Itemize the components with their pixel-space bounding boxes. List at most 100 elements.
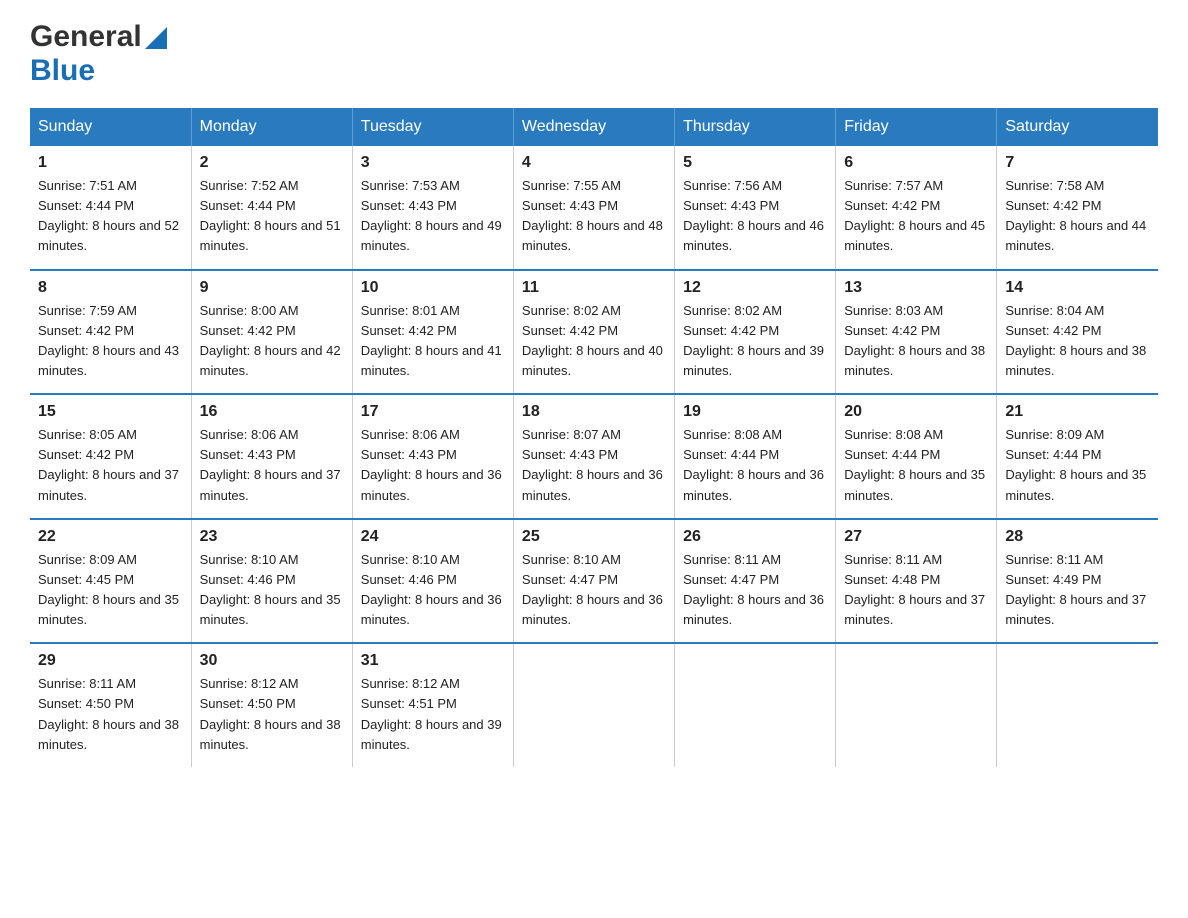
day-number: 26 xyxy=(683,528,827,546)
day-number: 18 xyxy=(522,403,666,421)
calendar-cell: 31 Sunrise: 8:12 AM Sunset: 4:51 PM Dayl… xyxy=(352,643,513,767)
day-number: 8 xyxy=(38,279,183,297)
day-info: Sunrise: 7:51 AM Sunset: 4:44 PM Dayligh… xyxy=(38,176,183,257)
calendar-cell: 19 Sunrise: 8:08 AM Sunset: 4:44 PM Dayl… xyxy=(675,394,836,519)
calendar-cell: 13 Sunrise: 8:03 AM Sunset: 4:42 PM Dayl… xyxy=(836,270,997,395)
calendar-cell: 27 Sunrise: 8:11 AM Sunset: 4:48 PM Dayl… xyxy=(836,519,997,644)
day-info: Sunrise: 8:12 AM Sunset: 4:50 PM Dayligh… xyxy=(200,674,344,755)
calendar-cell: 7 Sunrise: 7:58 AM Sunset: 4:42 PM Dayli… xyxy=(997,146,1158,270)
day-info: Sunrise: 8:11 AM Sunset: 4:49 PM Dayligh… xyxy=(1005,550,1150,631)
week-row-1: 1 Sunrise: 7:51 AM Sunset: 4:44 PM Dayli… xyxy=(30,146,1158,270)
day-number: 6 xyxy=(844,154,988,172)
day-number: 16 xyxy=(200,403,344,421)
week-row-5: 29 Sunrise: 8:11 AM Sunset: 4:50 PM Dayl… xyxy=(30,643,1158,767)
day-header-friday: Friday xyxy=(836,108,997,146)
day-number: 15 xyxy=(38,403,183,421)
day-number: 28 xyxy=(1005,528,1150,546)
calendar-cell: 3 Sunrise: 7:53 AM Sunset: 4:43 PM Dayli… xyxy=(352,146,513,270)
calendar-cell: 20 Sunrise: 8:08 AM Sunset: 4:44 PM Dayl… xyxy=(836,394,997,519)
day-info: Sunrise: 7:57 AM Sunset: 4:42 PM Dayligh… xyxy=(844,176,988,257)
logo-triangle-icon xyxy=(145,27,167,49)
day-info: Sunrise: 8:00 AM Sunset: 4:42 PM Dayligh… xyxy=(200,301,344,382)
day-number: 7 xyxy=(1005,154,1150,172)
day-number: 22 xyxy=(38,528,183,546)
logo-blue: Blue xyxy=(30,54,95,87)
day-number: 20 xyxy=(844,403,988,421)
week-row-3: 15 Sunrise: 8:05 AM Sunset: 4:42 PM Dayl… xyxy=(30,394,1158,519)
calendar-cell: 21 Sunrise: 8:09 AM Sunset: 4:44 PM Dayl… xyxy=(997,394,1158,519)
calendar-cell: 17 Sunrise: 8:06 AM Sunset: 4:43 PM Dayl… xyxy=(352,394,513,519)
calendar-cell: 2 Sunrise: 7:52 AM Sunset: 4:44 PM Dayli… xyxy=(191,146,352,270)
calendar-cell: 1 Sunrise: 7:51 AM Sunset: 4:44 PM Dayli… xyxy=(30,146,191,270)
day-number: 9 xyxy=(200,279,344,297)
day-number: 11 xyxy=(522,279,666,297)
day-info: Sunrise: 7:55 AM Sunset: 4:43 PM Dayligh… xyxy=(522,176,666,257)
calendar-cell: 18 Sunrise: 8:07 AM Sunset: 4:43 PM Dayl… xyxy=(513,394,674,519)
day-info: Sunrise: 7:58 AM Sunset: 4:42 PM Dayligh… xyxy=(1005,176,1150,257)
calendar-cell: 24 Sunrise: 8:10 AM Sunset: 4:46 PM Dayl… xyxy=(352,519,513,644)
page-header: General Blue xyxy=(30,20,1158,88)
calendar-cell: 25 Sunrise: 8:10 AM Sunset: 4:47 PM Dayl… xyxy=(513,519,674,644)
calendar-cell xyxy=(675,643,836,767)
calendar-cell: 10 Sunrise: 8:01 AM Sunset: 4:42 PM Dayl… xyxy=(352,270,513,395)
day-info: Sunrise: 8:02 AM Sunset: 4:42 PM Dayligh… xyxy=(522,301,666,382)
calendar-cell: 9 Sunrise: 8:00 AM Sunset: 4:42 PM Dayli… xyxy=(191,270,352,395)
calendar-cell xyxy=(997,643,1158,767)
day-header-monday: Monday xyxy=(191,108,352,146)
day-header-tuesday: Tuesday xyxy=(352,108,513,146)
calendar-cell: 12 Sunrise: 8:02 AM Sunset: 4:42 PM Dayl… xyxy=(675,270,836,395)
day-info: Sunrise: 8:09 AM Sunset: 4:45 PM Dayligh… xyxy=(38,550,183,631)
day-info: Sunrise: 8:09 AM Sunset: 4:44 PM Dayligh… xyxy=(1005,425,1150,506)
calendar-cell: 26 Sunrise: 8:11 AM Sunset: 4:47 PM Dayl… xyxy=(675,519,836,644)
day-number: 24 xyxy=(361,528,505,546)
calendar-cell: 23 Sunrise: 8:10 AM Sunset: 4:46 PM Dayl… xyxy=(191,519,352,644)
day-info: Sunrise: 7:53 AM Sunset: 4:43 PM Dayligh… xyxy=(361,176,505,257)
day-header-row: SundayMondayTuesdayWednesdayThursdayFrid… xyxy=(30,108,1158,146)
day-number: 29 xyxy=(38,652,183,670)
day-number: 1 xyxy=(38,154,183,172)
day-info: Sunrise: 8:10 AM Sunset: 4:46 PM Dayligh… xyxy=(200,550,344,631)
day-info: Sunrise: 8:01 AM Sunset: 4:42 PM Dayligh… xyxy=(361,301,505,382)
day-header-saturday: Saturday xyxy=(997,108,1158,146)
calendar-cell: 15 Sunrise: 8:05 AM Sunset: 4:42 PM Dayl… xyxy=(30,394,191,519)
day-header-thursday: Thursday xyxy=(675,108,836,146)
day-info: Sunrise: 8:11 AM Sunset: 4:47 PM Dayligh… xyxy=(683,550,827,631)
day-number: 31 xyxy=(361,652,505,670)
day-number: 30 xyxy=(200,652,344,670)
calendar-cell: 11 Sunrise: 8:02 AM Sunset: 4:42 PM Dayl… xyxy=(513,270,674,395)
calendar-cell xyxy=(836,643,997,767)
day-info: Sunrise: 8:08 AM Sunset: 4:44 PM Dayligh… xyxy=(683,425,827,506)
day-info: Sunrise: 8:11 AM Sunset: 4:48 PM Dayligh… xyxy=(844,550,988,631)
day-info: Sunrise: 8:06 AM Sunset: 4:43 PM Dayligh… xyxy=(200,425,344,506)
day-number: 3 xyxy=(361,154,505,172)
day-info: Sunrise: 8:12 AM Sunset: 4:51 PM Dayligh… xyxy=(361,674,505,755)
calendar-cell: 4 Sunrise: 7:55 AM Sunset: 4:43 PM Dayli… xyxy=(513,146,674,270)
day-number: 5 xyxy=(683,154,827,172)
calendar-header: SundayMondayTuesdayWednesdayThursdayFrid… xyxy=(30,108,1158,146)
logo: General Blue xyxy=(30,20,167,88)
day-info: Sunrise: 7:56 AM Sunset: 4:43 PM Dayligh… xyxy=(683,176,827,257)
calendar-cell: 29 Sunrise: 8:11 AM Sunset: 4:50 PM Dayl… xyxy=(30,643,191,767)
logo-general: General xyxy=(30,20,142,54)
calendar-cell: 14 Sunrise: 8:04 AM Sunset: 4:42 PM Dayl… xyxy=(997,270,1158,395)
day-info: Sunrise: 8:10 AM Sunset: 4:46 PM Dayligh… xyxy=(361,550,505,631)
day-info: Sunrise: 8:06 AM Sunset: 4:43 PM Dayligh… xyxy=(361,425,505,506)
day-number: 25 xyxy=(522,528,666,546)
week-row-4: 22 Sunrise: 8:09 AM Sunset: 4:45 PM Dayl… xyxy=(30,519,1158,644)
calendar-cell: 6 Sunrise: 7:57 AM Sunset: 4:42 PM Dayli… xyxy=(836,146,997,270)
calendar-body: 1 Sunrise: 7:51 AM Sunset: 4:44 PM Dayli… xyxy=(30,146,1158,767)
day-info: Sunrise: 8:07 AM Sunset: 4:43 PM Dayligh… xyxy=(522,425,666,506)
day-number: 21 xyxy=(1005,403,1150,421)
day-number: 12 xyxy=(683,279,827,297)
day-info: Sunrise: 8:10 AM Sunset: 4:47 PM Dayligh… xyxy=(522,550,666,631)
day-info: Sunrise: 8:08 AM Sunset: 4:44 PM Dayligh… xyxy=(844,425,988,506)
day-info: Sunrise: 8:03 AM Sunset: 4:42 PM Dayligh… xyxy=(844,301,988,382)
day-number: 13 xyxy=(844,279,988,297)
calendar-cell xyxy=(513,643,674,767)
calendar-cell: 8 Sunrise: 7:59 AM Sunset: 4:42 PM Dayli… xyxy=(30,270,191,395)
calendar-cell: 28 Sunrise: 8:11 AM Sunset: 4:49 PM Dayl… xyxy=(997,519,1158,644)
day-header-wednesday: Wednesday xyxy=(513,108,674,146)
day-number: 19 xyxy=(683,403,827,421)
calendar-cell: 16 Sunrise: 8:06 AM Sunset: 4:43 PM Dayl… xyxy=(191,394,352,519)
day-number: 2 xyxy=(200,154,344,172)
